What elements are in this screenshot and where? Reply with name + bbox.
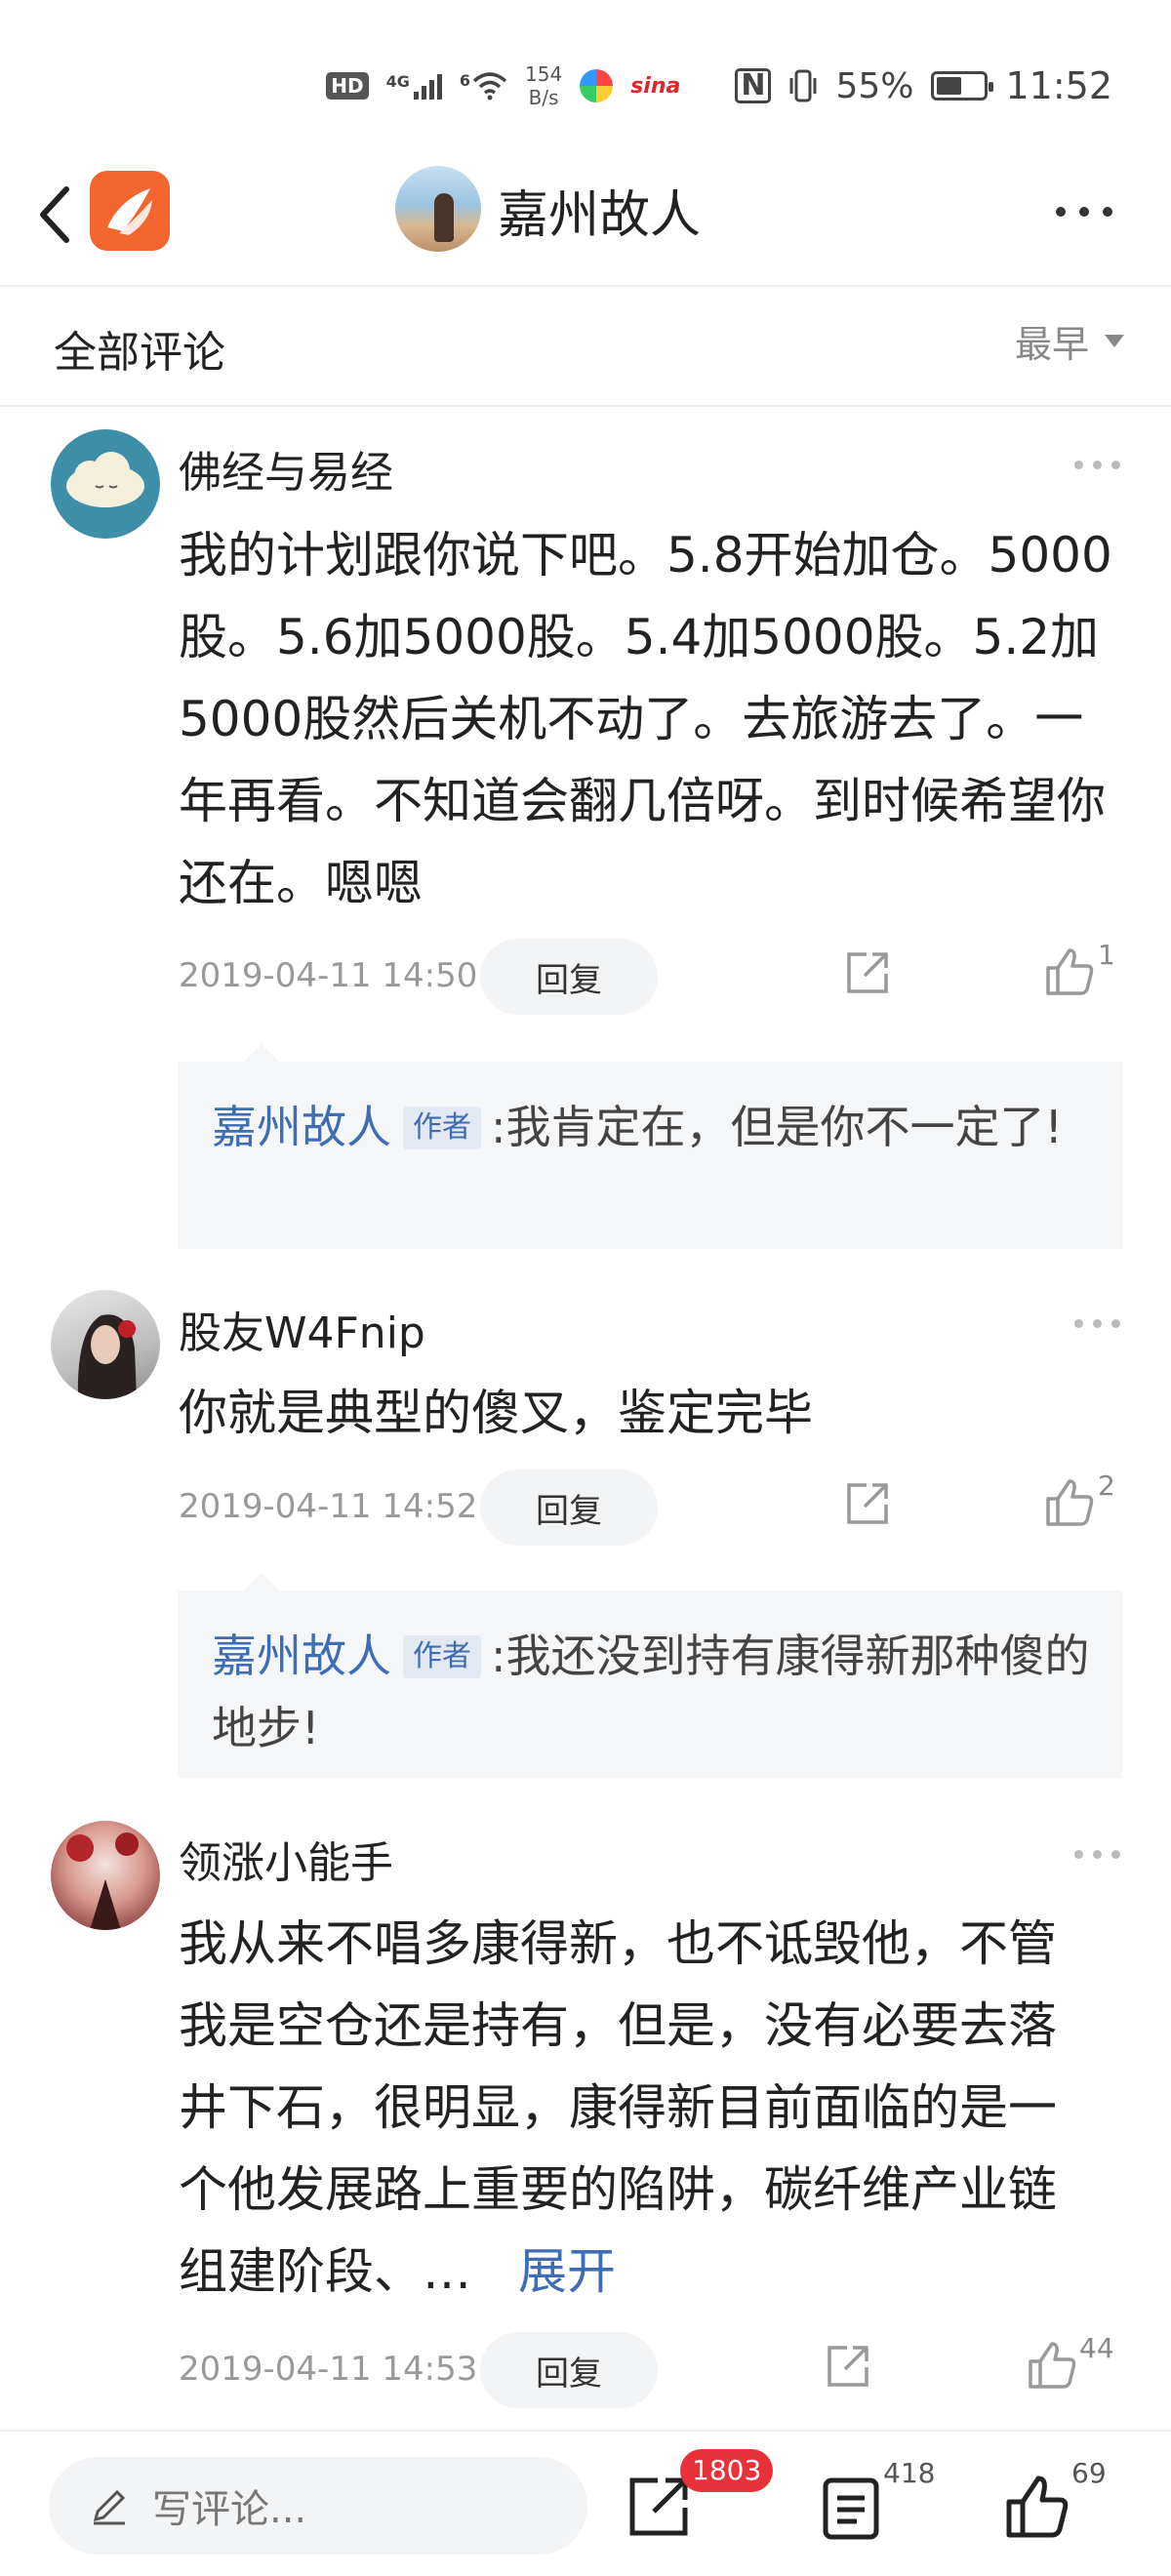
app-logo-icon[interactable] <box>90 171 170 251</box>
net-speed-unit: B/s <box>528 86 559 109</box>
share-icon[interactable] <box>841 1477 894 1530</box>
thumbs-up-icon[interactable] <box>1042 945 1097 999</box>
status-icons: HD 4G 6 154 B/s sina N 55% 11:52 <box>326 57 1112 115</box>
thumbs-up-icon[interactable] <box>1003 2473 1071 2541</box>
share-icon[interactable] <box>822 2340 874 2393</box>
cell-signal-icon: 4G <box>386 72 442 100</box>
net-speed-value: 154 <box>525 62 563 86</box>
user-avatar[interactable] <box>51 1821 160 1930</box>
net-speed: 154 B/s <box>525 62 562 109</box>
comment-more-icon[interactable] <box>1074 1850 1120 1859</box>
battery-percent: 55% <box>835 65 914 106</box>
reply-author-name[interactable]: 嘉州故人 <box>212 1630 391 1682</box>
top-nav-bar: 嘉州故人 <box>0 146 1171 283</box>
comment-more-icon[interactable] <box>1074 461 1120 469</box>
reply-button[interactable]: 回复 <box>480 939 658 1015</box>
author-reply-text: 嘉州故人 作者:我肯定在，但是你不一定了! <box>212 1091 1100 1163</box>
user-avatar[interactable] <box>51 1290 160 1399</box>
back-arrow-icon[interactable] <box>27 176 86 254</box>
author-reply-text: 嘉州故人 作者:我还没到持有康得新那种傻的地步! <box>212 1620 1100 1764</box>
expand-link[interactable]: 展开 <box>518 2243 616 2300</box>
like-count: 69 <box>1071 2457 1107 2489</box>
app-notification-icon <box>580 69 614 102</box>
divider <box>0 405 1171 407</box>
comment-text-content: 我从来不唱多康得新，也不诋毁他，不管我是空仓还是持有，但是，没有必要去落井下石，… <box>179 1915 1057 2300</box>
share-icon[interactable] <box>625 2473 693 2541</box>
thumbs-up-icon[interactable] <box>1042 1475 1097 1530</box>
user-avatar[interactable] <box>51 429 160 539</box>
thumbs-up-icon[interactable] <box>1025 2338 1079 2393</box>
comment-text: 我的计划跟你说下吧。5.8开始加仓。5000股。5.6加5000股。5.4加50… <box>179 527 1112 911</box>
reply-button[interactable]: 回复 <box>480 2332 658 2408</box>
comment-list-icon[interactable] <box>820 2475 888 2543</box>
author-tag: 作者 <box>403 1107 481 1149</box>
comment-username[interactable]: 佛经与易经 <box>179 437 393 500</box>
reply-author-name[interactable]: 嘉州故人 <box>212 1101 391 1153</box>
comment-timestamp: 2019-04-11 14:53 <box>179 2350 478 2389</box>
comment-timestamp: 2019-04-11 14:50 <box>179 956 478 995</box>
wifi-version: 6 <box>459 71 471 90</box>
comment-placeholder: 写评论... <box>152 2487 307 2532</box>
wifi-icon: 6 <box>460 71 507 101</box>
page-title: 嘉州故人 <box>498 186 702 245</box>
reply-content: :我肯定在，但是你不一定了! <box>491 1101 1063 1153</box>
bottom-action-bar: 写评论... 1803 418 69 <box>0 2430 1171 2576</box>
comment-more-icon[interactable] <box>1074 1319 1120 1328</box>
sort-dropdown[interactable]: 最早 <box>1015 314 1124 368</box>
comment-timestamp: 2019-04-11 14:52 <box>179 1487 478 1526</box>
author-reply: 嘉州故人 作者:我肯定在，但是你不一定了! <box>178 1044 1122 1249</box>
status-bar: HD 4G 6 154 B/s sina N 55% 11:52 <box>0 0 1171 146</box>
vibrate-icon <box>789 69 817 102</box>
divider <box>0 285 1171 287</box>
comment-username[interactable]: 股友W4Fnip <box>179 1298 425 1360</box>
sina-notification-icon: sina <box>630 73 681 99</box>
comment-username[interactable]: 领涨小能手 <box>179 1828 393 1890</box>
comment-text: 我从来不唱多康得新，也不诋毁他，不管我是空仓还是持有，但是，没有必要去落井下石，… <box>179 1903 1086 2313</box>
battery-icon <box>931 71 994 101</box>
write-comment-input[interactable]: 写评论... <box>49 2457 587 2555</box>
nfc-icon: N <box>735 68 772 103</box>
author-avatar[interactable] <box>395 166 481 252</box>
sort-label: 最早 <box>1014 323 1089 366</box>
clock: 11:52 <box>1005 64 1112 107</box>
hd-indicator: HD <box>326 72 369 100</box>
share-icon[interactable] <box>841 946 894 999</box>
comments-section-title: 全部评论 <box>54 328 225 378</box>
caret-down-icon <box>1105 335 1124 347</box>
reply-button[interactable]: 回复 <box>480 1469 658 1546</box>
share-count-badge: 1803 <box>680 2449 774 2492</box>
comment-text: 你就是典型的傻叉，鉴定完毕 <box>179 1385 813 1441</box>
comment-count: 418 <box>883 2457 936 2489</box>
author-reply: 嘉州故人 作者:我还没到持有康得新那种傻的地步! <box>178 1573 1122 1778</box>
network-type: 4G <box>385 72 410 91</box>
like-count: 44 <box>1079 2332 1114 2364</box>
like-count: 1 <box>1098 939 1115 971</box>
more-options-icon[interactable] <box>1056 207 1112 217</box>
pencil-icon <box>93 2489 126 2525</box>
like-count: 2 <box>1098 1469 1115 1502</box>
author-tag: 作者 <box>403 1635 481 1678</box>
